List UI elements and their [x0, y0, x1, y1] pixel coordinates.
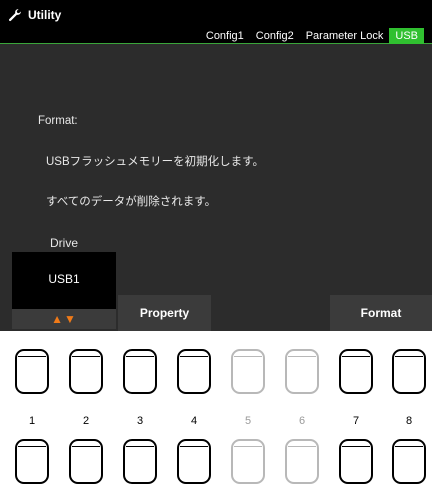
- page-title-label: Utility: [28, 8, 62, 22]
- lower-button-4[interactable]: [177, 439, 211, 484]
- drive-label: Drive: [50, 236, 79, 250]
- panel-buttons: 1 2 3 4 5 6 7 8: [0, 331, 432, 491]
- drive-value: USB1: [48, 272, 80, 286]
- header-bar: Utility Config1 Config2 Parameter Lock U…: [0, 0, 432, 44]
- upper-button-7[interactable]: [339, 349, 373, 394]
- upper-button-4[interactable]: [177, 349, 211, 394]
- wrench-icon: [8, 8, 22, 22]
- drive-scroll-arrows-icon[interactable]: ▲▼: [12, 309, 116, 329]
- button-number: 5: [244, 415, 252, 427]
- format-message: Format: USBフラッシュメモリーを初期化します。 すべてのデータが削除さ…: [38, 88, 264, 237]
- upper-button-5: [231, 349, 265, 394]
- button-number: 6: [298, 415, 306, 427]
- upper-button-6: [285, 349, 319, 394]
- button-number: 8: [405, 415, 413, 427]
- lower-button-6: [285, 439, 319, 484]
- tab-config2[interactable]: Config2: [250, 28, 300, 44]
- lower-button-5: [231, 439, 265, 484]
- tab-parameter-lock[interactable]: Parameter Lock: [300, 28, 390, 44]
- drive-selector[interactable]: USB1: [12, 252, 116, 309]
- button-number: 7: [352, 415, 360, 427]
- format-button[interactable]: Format: [330, 295, 432, 331]
- message-line: すべてのデータが削除されます。: [46, 196, 217, 208]
- upper-button-8[interactable]: [392, 349, 426, 394]
- button-number: 4: [190, 415, 198, 427]
- upper-button-2[interactable]: [69, 349, 103, 394]
- lower-button-2[interactable]: [69, 439, 103, 484]
- property-button[interactable]: Property: [118, 295, 211, 331]
- message-line: USBフラッシュメモリーを初期化します。: [46, 155, 264, 168]
- button-number: 1: [28, 415, 36, 427]
- message-heading: Format:: [38, 115, 78, 127]
- lower-button-1[interactable]: [15, 439, 49, 484]
- tab-usb[interactable]: USB: [389, 28, 424, 44]
- lower-button-3[interactable]: [123, 439, 157, 484]
- button-number: 2: [82, 415, 90, 427]
- page-title: Utility: [8, 6, 61, 24]
- lower-button-7[interactable]: [339, 439, 373, 484]
- lower-button-8[interactable]: [392, 439, 426, 484]
- upper-button-1[interactable]: [15, 349, 49, 394]
- upper-button-3[interactable]: [123, 349, 157, 394]
- button-number: 3: [136, 415, 144, 427]
- tab-bar: Config1 Config2 Parameter Lock USB: [200, 28, 424, 44]
- lcd-screen: Utility Config1 Config2 Parameter Lock U…: [0, 0, 432, 331]
- tab-config1[interactable]: Config1: [200, 28, 250, 44]
